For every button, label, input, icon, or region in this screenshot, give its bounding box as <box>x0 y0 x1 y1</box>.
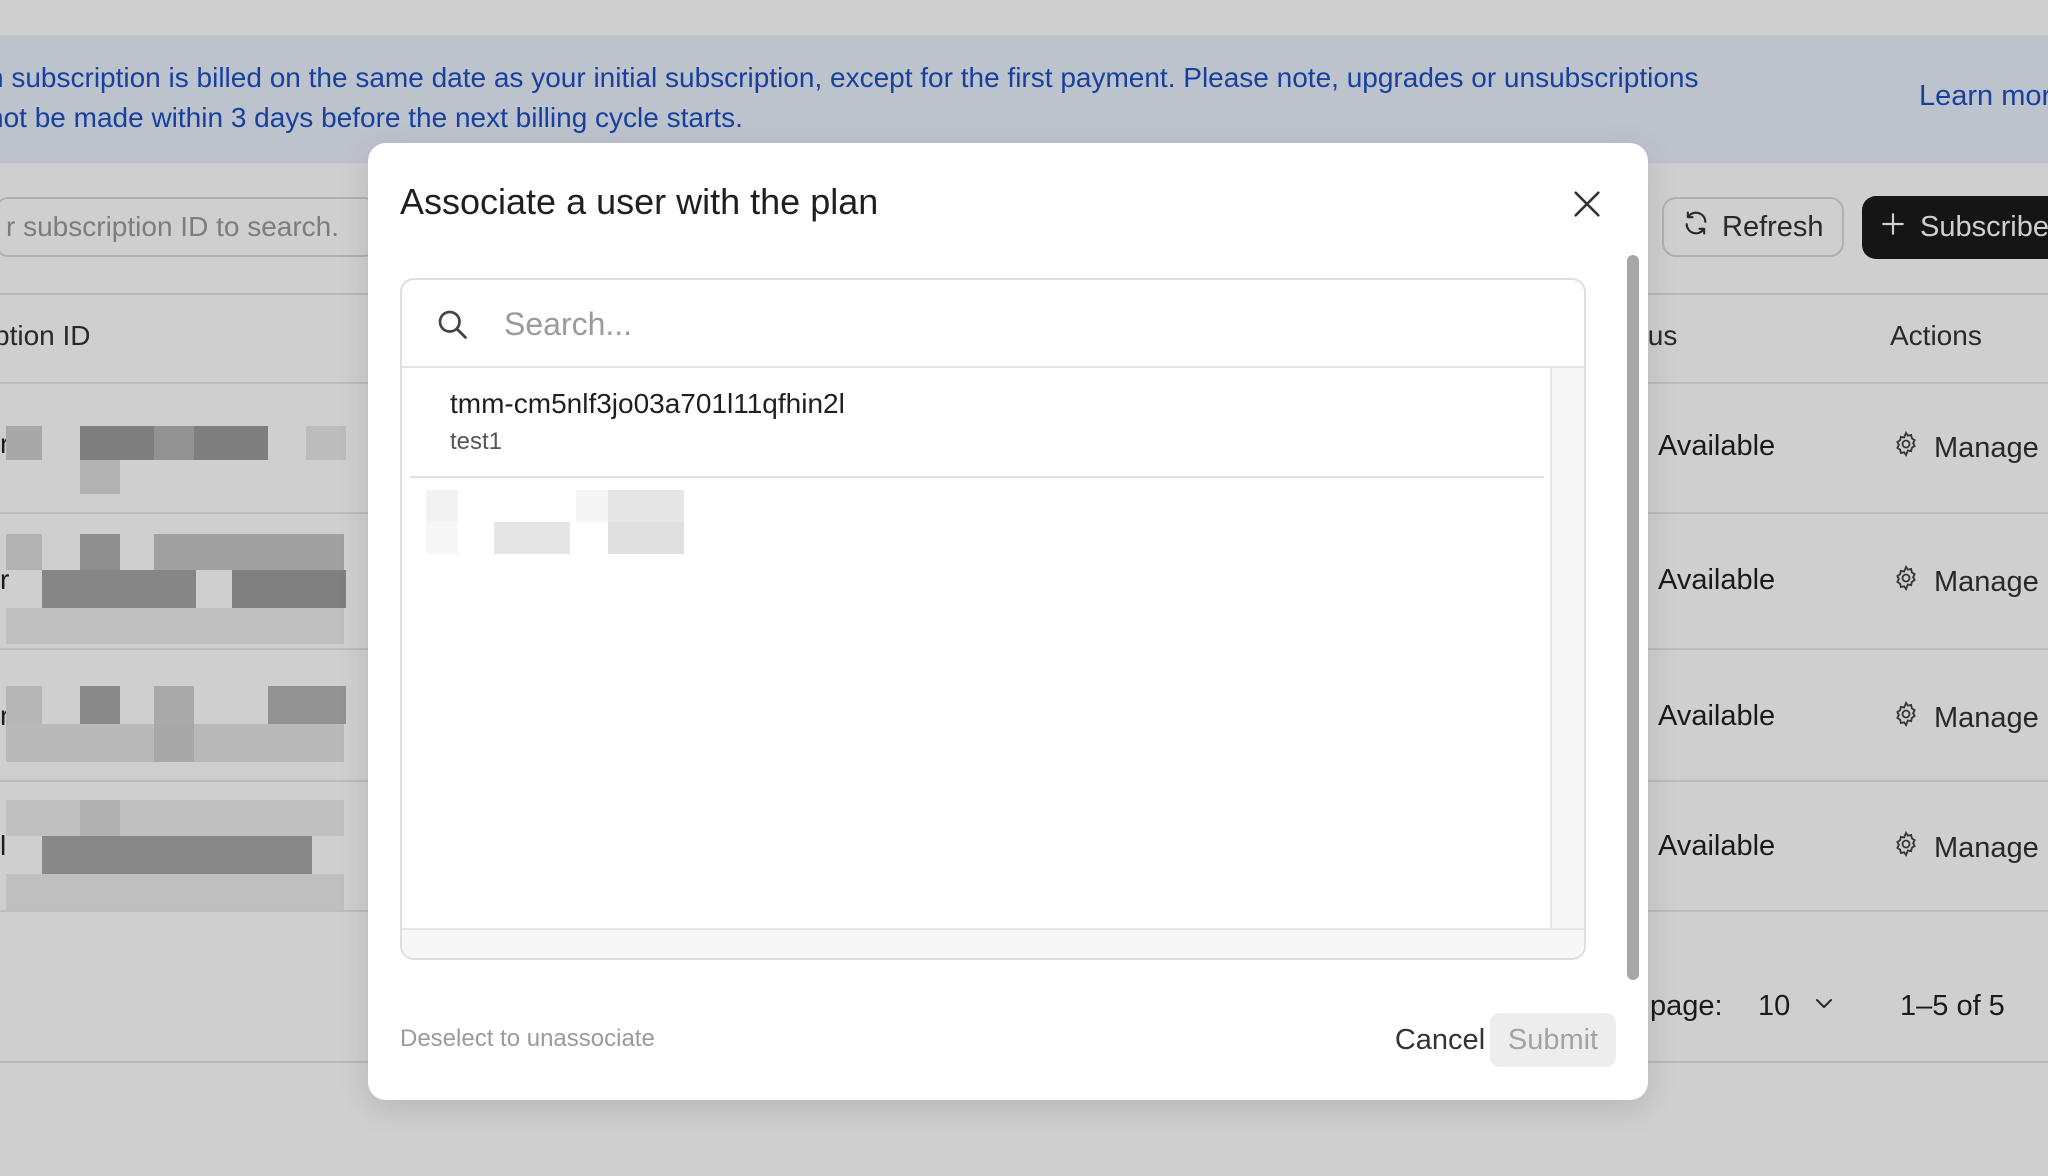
user-name: test1 <box>450 428 503 455</box>
close-icon <box>1570 187 1604 226</box>
user-list: tmm-cm5nlf3jo03a701l11qfhin2l test1 <box>402 368 1552 928</box>
deselect-hint: Deselect to unassociate <box>400 1025 655 1052</box>
user-list-item[interactable]: tmm-cm5nlf3jo03a701l11qfhin2l test1 <box>410 368 1544 478</box>
user-list-item[interactable] <box>410 490 1544 570</box>
associate-user-dialog: Associate a user with the plan tmm-cm5nl… <box>368 143 1648 1100</box>
user-search-input[interactable] <box>502 296 1566 352</box>
user-id: tmm-cm5nlf3jo03a701l11qfhin2l <box>450 388 845 419</box>
submit-button[interactable]: Submit <box>1490 1013 1616 1067</box>
dialog-scrollbar[interactable] <box>1627 255 1639 980</box>
user-list-scrollbar[interactable] <box>1552 368 1584 928</box>
search-icon <box>434 306 470 347</box>
user-list-horizontal-scrollbar[interactable] <box>402 928 1584 958</box>
dialog-title: Associate a user with the plan <box>400 181 879 222</box>
user-search-bar <box>402 280 1584 368</box>
close-button[interactable] <box>1564 183 1610 229</box>
user-combobox: tmm-cm5nlf3jo03a701l11qfhin2l test1 <box>400 278 1586 960</box>
redacted-user-entry <box>426 490 706 570</box>
